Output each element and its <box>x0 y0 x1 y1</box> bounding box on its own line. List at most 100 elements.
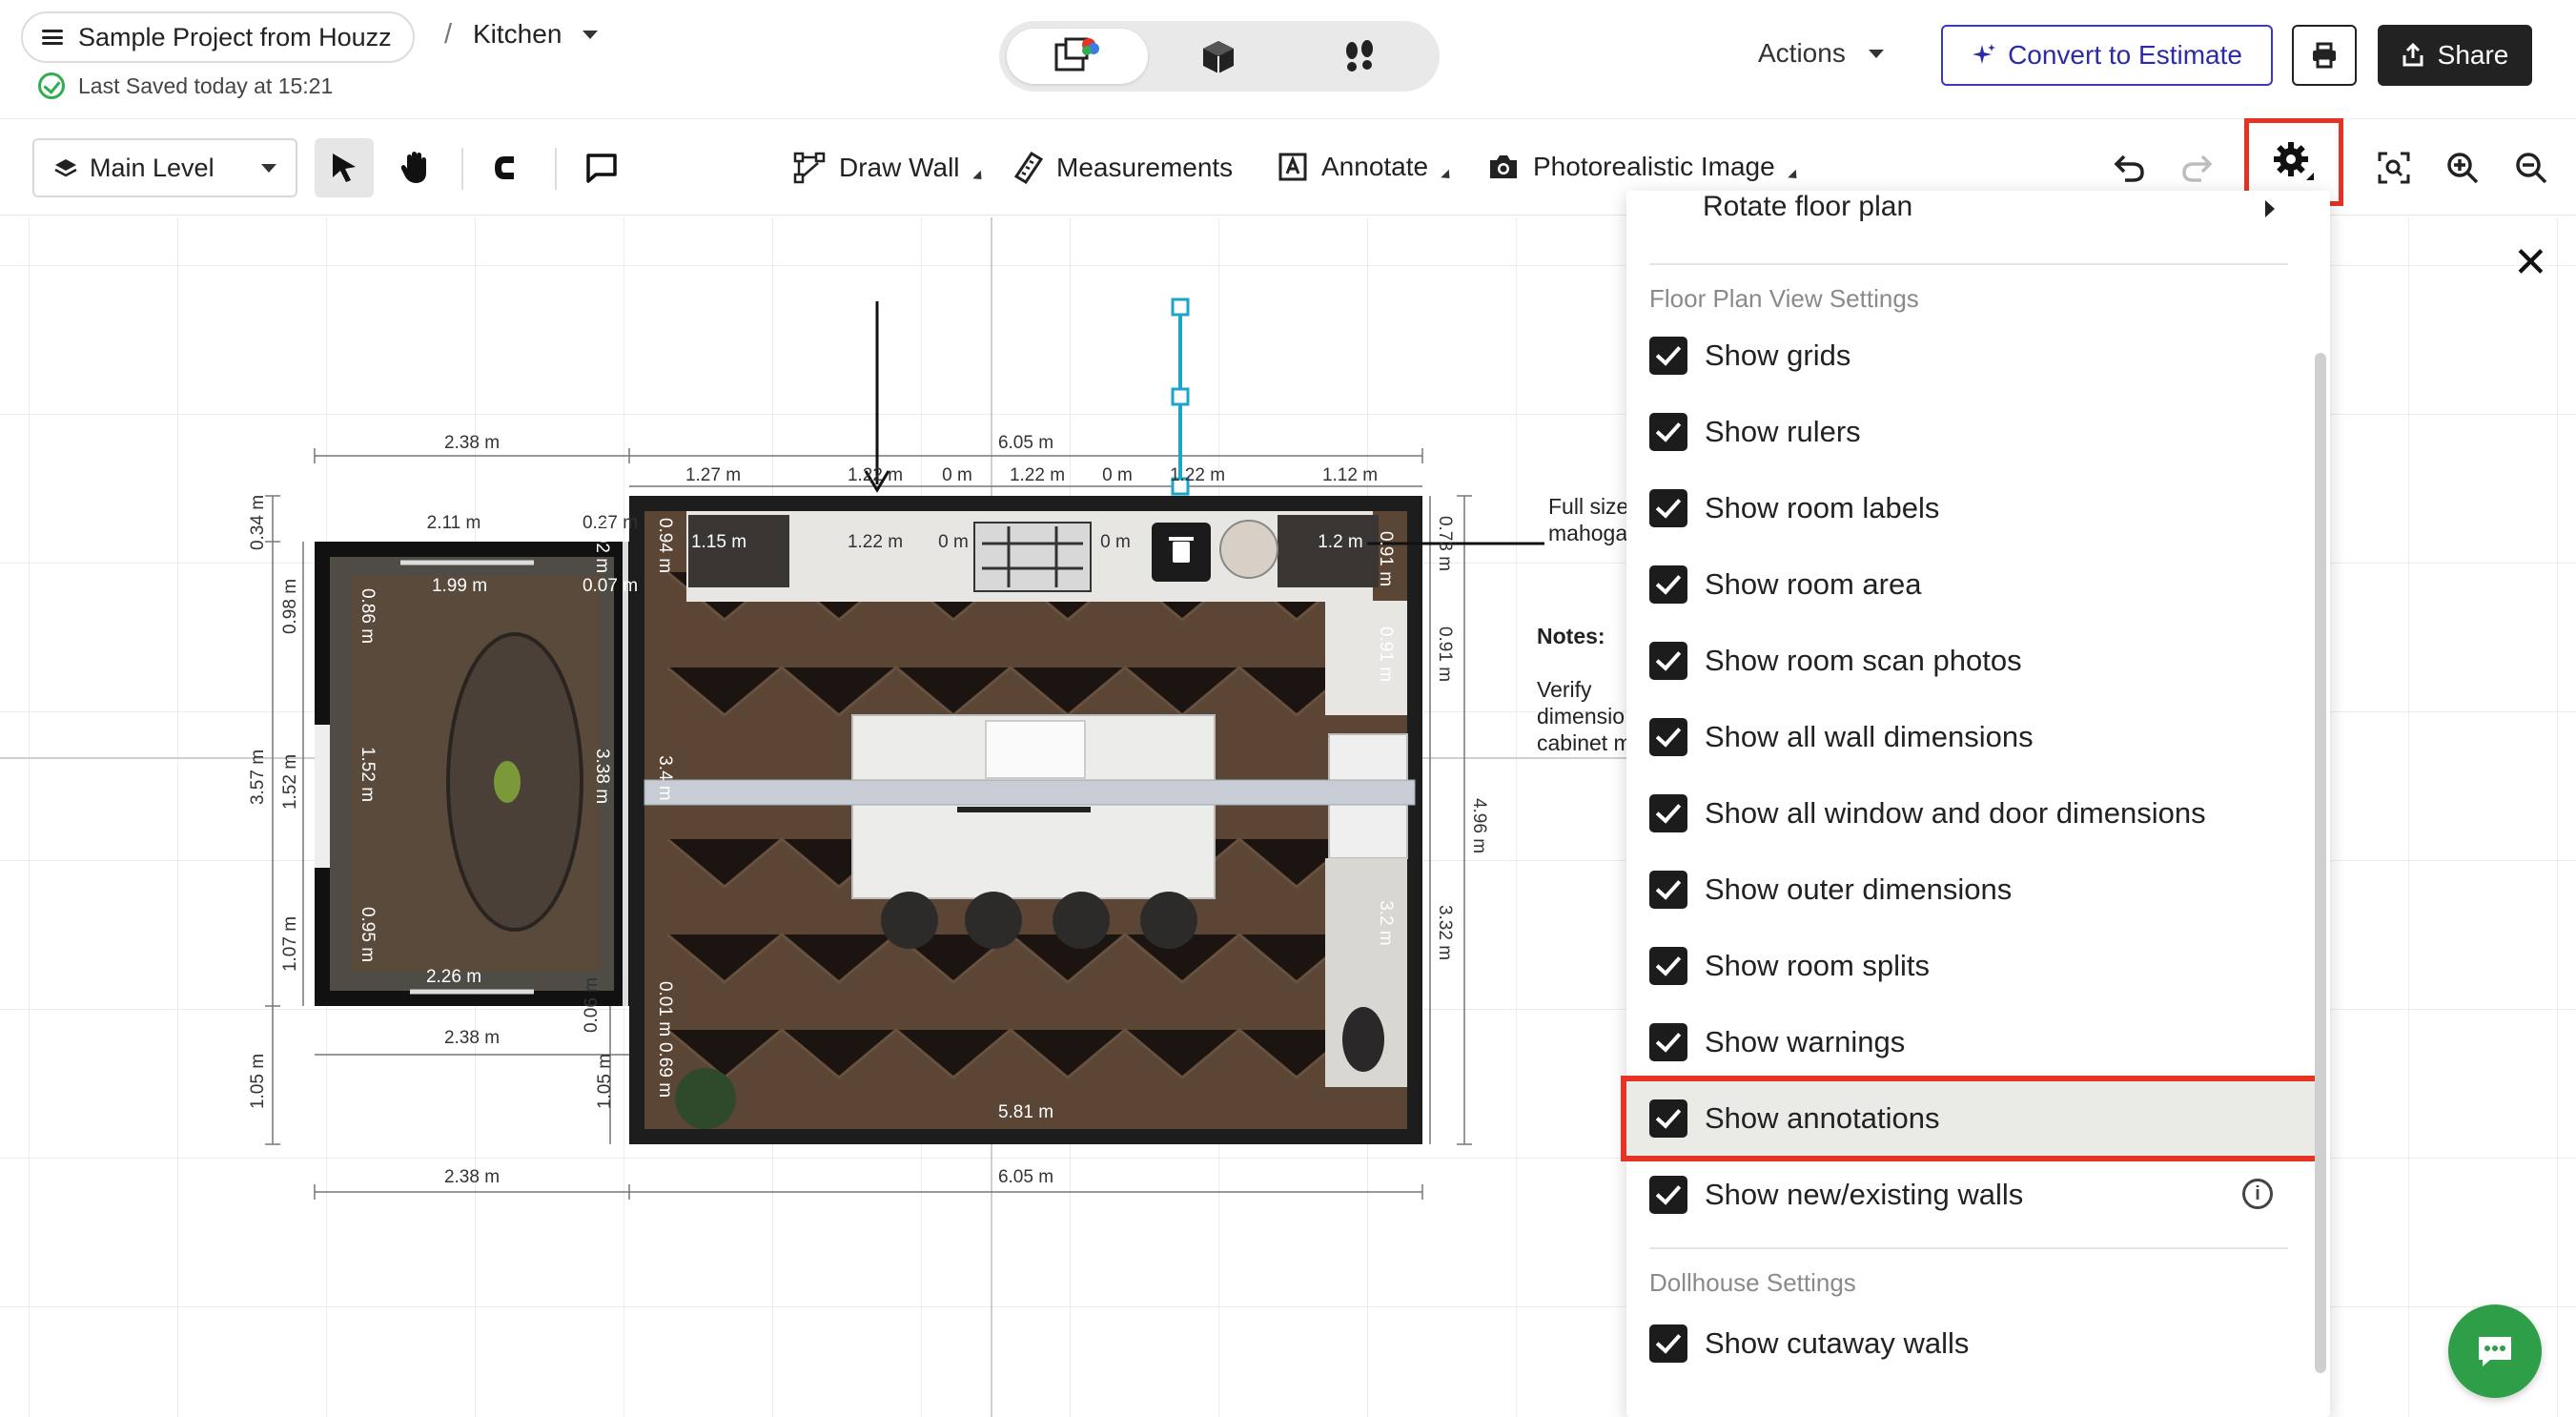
actions-dropdown[interactable]: Actions <box>1758 38 1884 69</box>
dim-label: 4.96 m <box>1469 798 1489 853</box>
dim-label: 0.94 m <box>655 518 675 573</box>
toggle-show-annotations[interactable]: Show annotations <box>1621 1076 2320 1161</box>
toggle-show-window-door-dimensions[interactable]: Show all window and door dimensions <box>1649 782 2298 845</box>
dim-label: 1.27 m <box>685 465 741 485</box>
fit-view-button[interactable] <box>2366 140 2422 195</box>
dim-label: 1.07 m <box>280 916 300 972</box>
zoom-in-button[interactable] <box>2435 140 2490 195</box>
checkbox-checked-icon[interactable] <box>1649 1325 1687 1363</box>
room-selector[interactable]: Kitchen <box>473 19 599 50</box>
toggle-label: Show room scan photos <box>1705 644 2022 677</box>
toggle-label: Show outer dimensions <box>1705 873 2013 906</box>
rotate-floor-plan-item[interactable]: Rotate floor plan <box>1703 191 1912 223</box>
toggle-show-new-existing-walls[interactable]: Show new/existing walls i <box>1649 1163 2298 1226</box>
toggle-label: Show all window and door dimensions <box>1705 796 2206 830</box>
pan-tool-button[interactable] <box>385 138 444 197</box>
toggle-label: Show room splits <box>1705 949 1931 982</box>
dim-label: 0.91 m <box>1376 531 1396 586</box>
toggle-show-room-splits[interactable]: Show room splits <box>1649 934 2298 997</box>
toggle-show-room-labels[interactable]: Show room labels <box>1649 477 2298 540</box>
toggle-label: Show warnings <box>1705 1025 1906 1058</box>
dim-label: 1.15 m <box>691 532 746 552</box>
checkbox-checked-icon[interactable] <box>1649 1176 1687 1214</box>
chevron-right-icon <box>2265 200 2275 217</box>
ruler-icon <box>1014 152 1043 184</box>
toggle-show-grids[interactable]: Show grids <box>1649 324 2298 387</box>
hamburger-icon <box>42 30 63 45</box>
dim-label: 1.22 m <box>1170 465 1225 485</box>
toggle-show-cutaway-walls[interactable]: Show cutaway walls <box>1649 1312 2298 1375</box>
info-icon[interactable]: i <box>2242 1179 2273 1209</box>
convert-label: Convert to Estimate <box>2008 40 2242 70</box>
dim-label: 3.4 m <box>655 755 675 801</box>
saved-text: Last Saved today at 15:21 <box>78 72 334 98</box>
menu-scrollbar[interactable] <box>2315 353 2326 1373</box>
checkbox-checked-icon[interactable] <box>1649 718 1687 756</box>
annotate-tool[interactable]: Annotate <box>1278 152 1454 182</box>
convert-to-estimate-button[interactable]: Convert to Estimate <box>1941 25 2273 86</box>
toggle-label: Show rulers <box>1705 415 1861 448</box>
level-selector[interactable]: Main Level <box>32 138 297 197</box>
view-2d-button[interactable] <box>1007 29 1148 84</box>
note-line-1: Verify <box>1537 677 1592 702</box>
measurements-label: Measurements <box>1056 153 1234 182</box>
menu-divider <box>1649 1247 2288 1249</box>
zoom-in-icon <box>2447 153 2479 184</box>
dim-label: 3.32 m <box>1435 905 1455 960</box>
project-menu-button[interactable]: Sample Project from Houzz <box>21 11 415 63</box>
magnet-snap-button[interactable] <box>479 138 538 197</box>
dim-label: 0.91 m <box>1435 626 1455 682</box>
checkbox-checked-icon[interactable] <box>1649 794 1687 832</box>
share-button[interactable]: Share <box>2378 25 2532 86</box>
zoom-out-button[interactable] <box>2504 140 2559 195</box>
draw-wall-tool[interactable]: Draw Wall <box>793 152 986 184</box>
toggle-show-warnings[interactable]: Show warnings <box>1649 1011 2298 1074</box>
checkbox-checked-icon[interactable] <box>1649 1023 1687 1061</box>
check-circle-icon <box>38 72 65 99</box>
checkbox-checked-icon[interactable] <box>1649 413 1687 451</box>
checkbox-checked-icon[interactable] <box>1649 565 1687 604</box>
toggle-show-rulers[interactable]: Show rulers <box>1649 400 2298 463</box>
focus-view-icon <box>2378 152 2410 184</box>
breadcrumb-separator: / <box>444 19 453 50</box>
corner-caret-icon <box>971 170 986 183</box>
photoreal-label: Photorealistic Image <box>1533 152 1775 181</box>
view-3d-button[interactable] <box>1148 29 1289 84</box>
level-label: Main Level <box>90 153 215 182</box>
print-button[interactable] <box>2292 25 2357 86</box>
redo-button[interactable] <box>2170 140 2225 195</box>
checkbox-checked-icon[interactable] <box>1649 871 1687 909</box>
dim-label: 1.22 m <box>848 532 903 552</box>
dim-label: 6.05 m <box>998 433 1053 453</box>
room-name: Kitchen <box>473 19 562 49</box>
dim-label: 6.05 m <box>998 1167 1053 1187</box>
note-line-2: dimensio <box>1537 704 1625 729</box>
select-tool-button[interactable] <box>315 138 374 197</box>
cursor-arrow-icon <box>333 154 356 182</box>
undo-button[interactable] <box>2101 140 2157 195</box>
comment-tool-button[interactable] <box>572 138 631 197</box>
checkbox-checked-icon[interactable] <box>1649 489 1687 527</box>
view-walkthrough-button[interactable] <box>1289 29 1430 84</box>
measurements-tool[interactable]: Measurements <box>1014 152 1233 184</box>
chat-button[interactable] <box>2448 1304 2542 1398</box>
checkbox-checked-icon[interactable] <box>1649 947 1687 985</box>
dim-label: 1.99 m <box>432 576 487 596</box>
toggle-show-wall-dimensions[interactable]: Show all wall dimensions <box>1649 706 2298 769</box>
dim-label: 0.07 m <box>583 576 638 596</box>
checkbox-checked-icon[interactable] <box>1649 337 1687 375</box>
footprints-icon <box>1346 40 1373 72</box>
cube-3d-icon <box>1203 41 1234 73</box>
toggle-show-room-scan-photos[interactable]: Show room scan photos <box>1649 629 2298 692</box>
floor-plan-settings-heading: Floor Plan View Settings <box>1649 284 1919 313</box>
close-panel-icon[interactable]: ✕ <box>2513 242 2548 284</box>
magnet-icon <box>495 156 520 179</box>
checkbox-checked-icon[interactable] <box>1649 1099 1687 1138</box>
toggle-show-room-area[interactable]: Show room area <box>1649 553 2298 616</box>
toggle-label: Show room labels <box>1705 491 1940 524</box>
dim-label: 1.52 m <box>358 747 378 802</box>
photoreal-tool[interactable]: Photorealistic Image <box>1487 152 1801 182</box>
dim-label: 1.05 m <box>595 1054 615 1109</box>
toggle-show-outer-dimensions[interactable]: Show outer dimensions <box>1649 858 2298 921</box>
checkbox-checked-icon[interactable] <box>1649 642 1687 680</box>
